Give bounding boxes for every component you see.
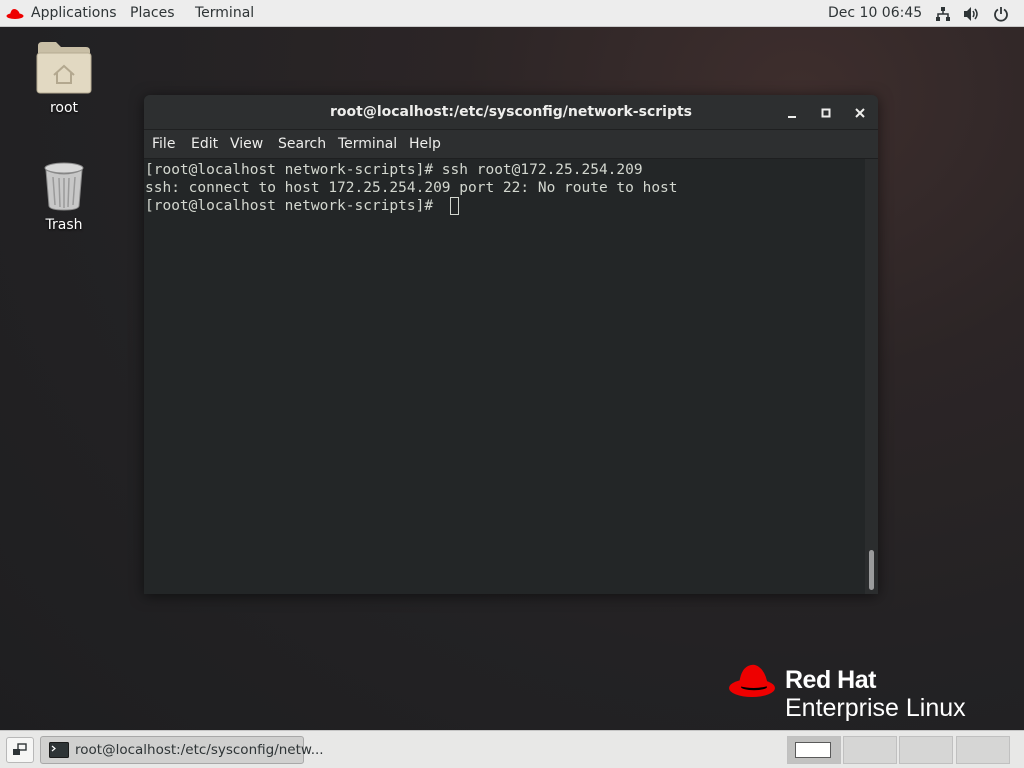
show-desktop-icon [13,743,27,755]
clock[interactable]: Dec 10 06:45 [828,0,922,27]
desktop-icon-home[interactable]: root [19,38,109,120]
scrollbar-thumb[interactable] [869,550,874,590]
desktop-icon-trash[interactable]: Trash [19,160,109,238]
network-icon[interactable] [935,6,951,22]
menu-help[interactable]: Help [409,130,441,159]
terminal-app-menu[interactable]: Terminal [195,0,254,27]
brand-product: Enterprise Linux [785,694,966,722]
terminal-output[interactable]: [root@localhost network-scripts]# ssh ro… [144,159,865,594]
menu-edit[interactable]: Edit [191,130,218,159]
power-icon[interactable] [993,6,1009,22]
desktop-icon-label: Trash [45,217,83,233]
terminal-app-icon [49,742,69,758]
taskbar-item-label: root@localhost:/etc/sysconfig/netw... [75,742,324,758]
workspace-4[interactable] [956,736,1010,764]
close-icon[interactable] [852,105,868,121]
places-menu[interactable]: Places [130,0,175,27]
workspace-3[interactable] [899,736,953,764]
workspace-2[interactable] [843,736,897,764]
redhat-hat-icon [6,9,24,19]
window-titlebar[interactable]: root@localhost:/etc/sysconfig/network-sc… [144,95,878,130]
scrollbar[interactable] [865,159,878,594]
terminal-cursor [450,197,459,215]
workspace-window-thumbnail [795,742,831,758]
menu-terminal[interactable]: Terminal [338,130,397,159]
brand-name: Red Hat [785,666,876,694]
terminal-line: [root@localhost network-scripts]# ssh ro… [145,162,643,178]
top-panel: Applications Places Terminal Dec 10 06:4… [0,0,1024,27]
terminal-prompt-line: [root@localhost network-scripts]# [145,198,442,214]
terminal-menubar: File Edit View Search Terminal Help [144,130,878,159]
home-folder-icon [36,42,92,94]
terminal-line: ssh: connect to host 172.25.254.209 port… [145,180,678,196]
maximize-icon[interactable] [818,105,834,121]
menu-file[interactable]: File [152,130,175,159]
volume-icon[interactable] [963,6,981,22]
workspace-1[interactable] [787,736,841,764]
applications-menu[interactable]: Applications [31,0,117,27]
menu-view[interactable]: View [230,130,263,159]
window-title: root@localhost:/etc/sysconfig/network-sc… [329,104,693,120]
terminal-window[interactable]: root@localhost:/etc/sysconfig/network-sc… [144,95,878,594]
show-desktop-button[interactable] [6,737,34,763]
desktop-icon-label: root [49,100,79,116]
taskbar-item-terminal[interactable]: root@localhost:/etc/sysconfig/netw... [40,736,324,764]
minimize-icon[interactable] [784,105,800,121]
menu-search[interactable]: Search [278,130,326,159]
bottom-taskbar: root@localhost:/etc/sysconfig/netw... [0,730,1024,768]
trash-icon [44,162,84,211]
redhat-logo [729,664,775,697]
